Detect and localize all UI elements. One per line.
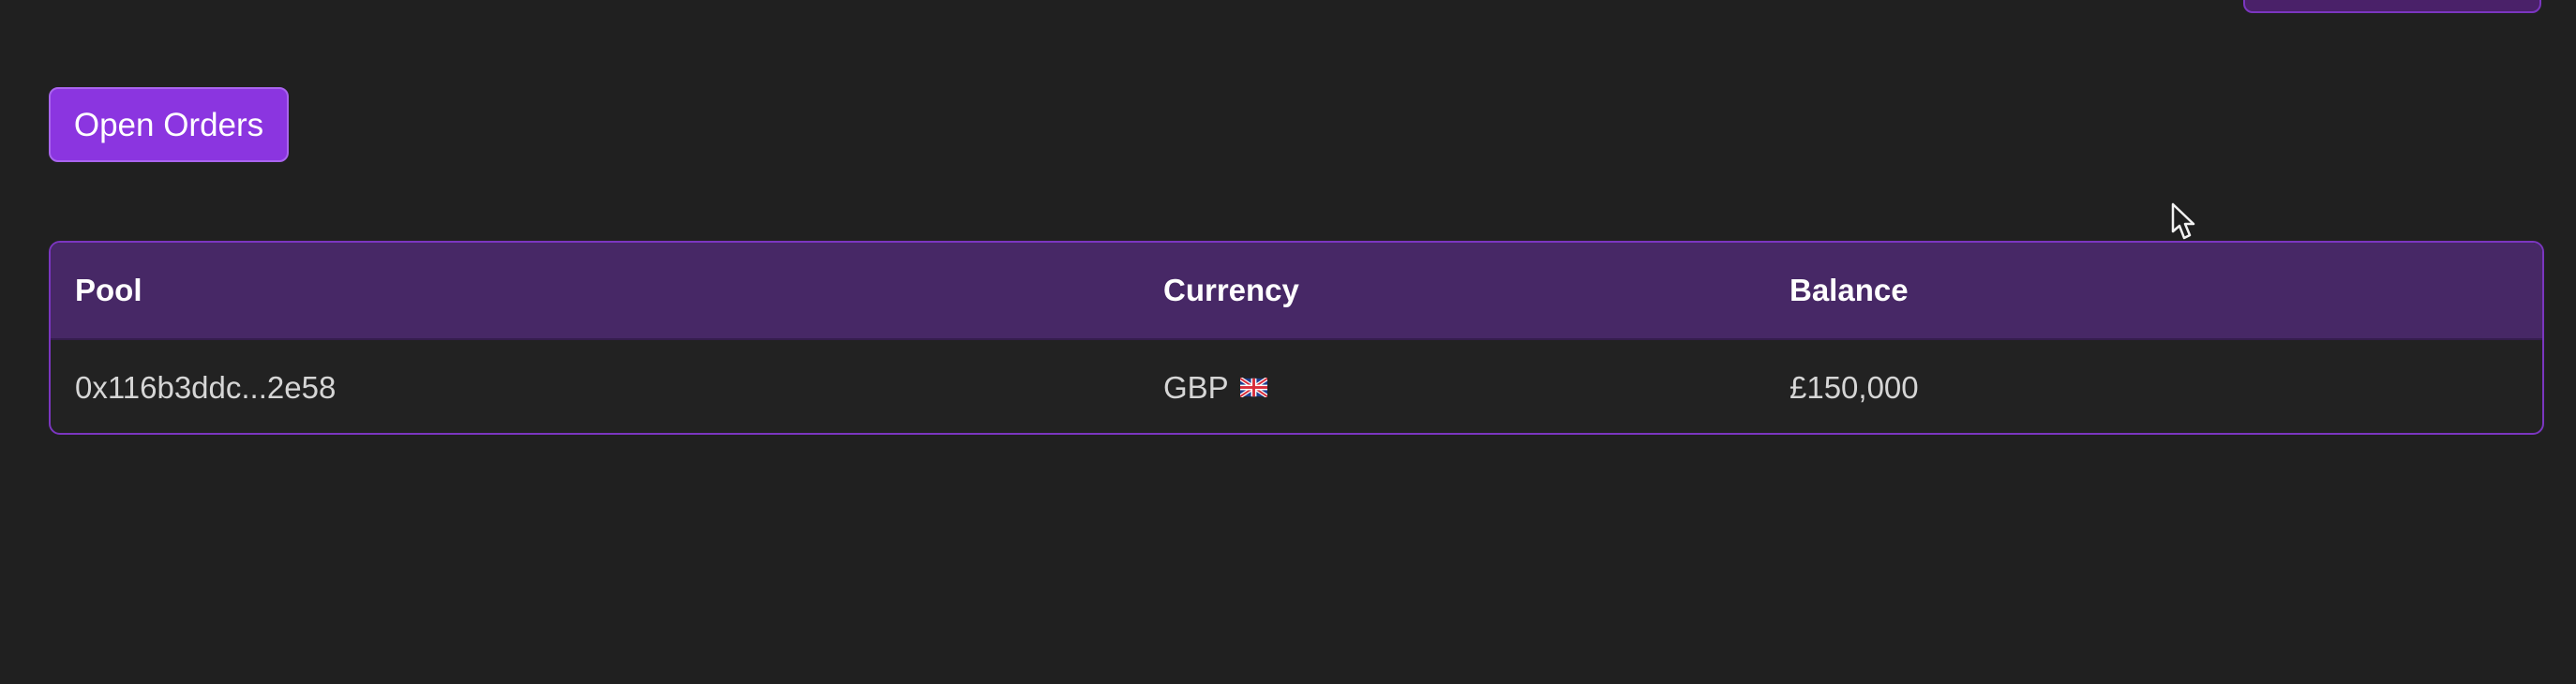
top-right-button[interactable] [2243, 0, 2541, 13]
table-header: Pool Currency Balance [51, 243, 2542, 340]
balance-amount: £150,000 [1790, 369, 1919, 405]
balances-table: Pool Currency Balance 0x116b3ddc...2e58 … [49, 241, 2544, 435]
column-header-currency: Currency [1163, 273, 1299, 307]
currency-code: GBP [1163, 369, 1229, 405]
currency-cell: GBP [1163, 340, 1267, 433]
uk-flag-icon [1239, 378, 1267, 397]
pool-address: 0x116b3ddc...2e58 [75, 369, 337, 405]
table-row: 0x116b3ddc...2e58 GBP £150,000 [51, 340, 2542, 433]
open-orders-button[interactable]: Open Orders [49, 87, 289, 162]
column-header-pool: Pool [75, 273, 142, 307]
mouse-cursor-icon [2171, 202, 2195, 240]
column-header-balance: Balance [1790, 273, 1909, 307]
